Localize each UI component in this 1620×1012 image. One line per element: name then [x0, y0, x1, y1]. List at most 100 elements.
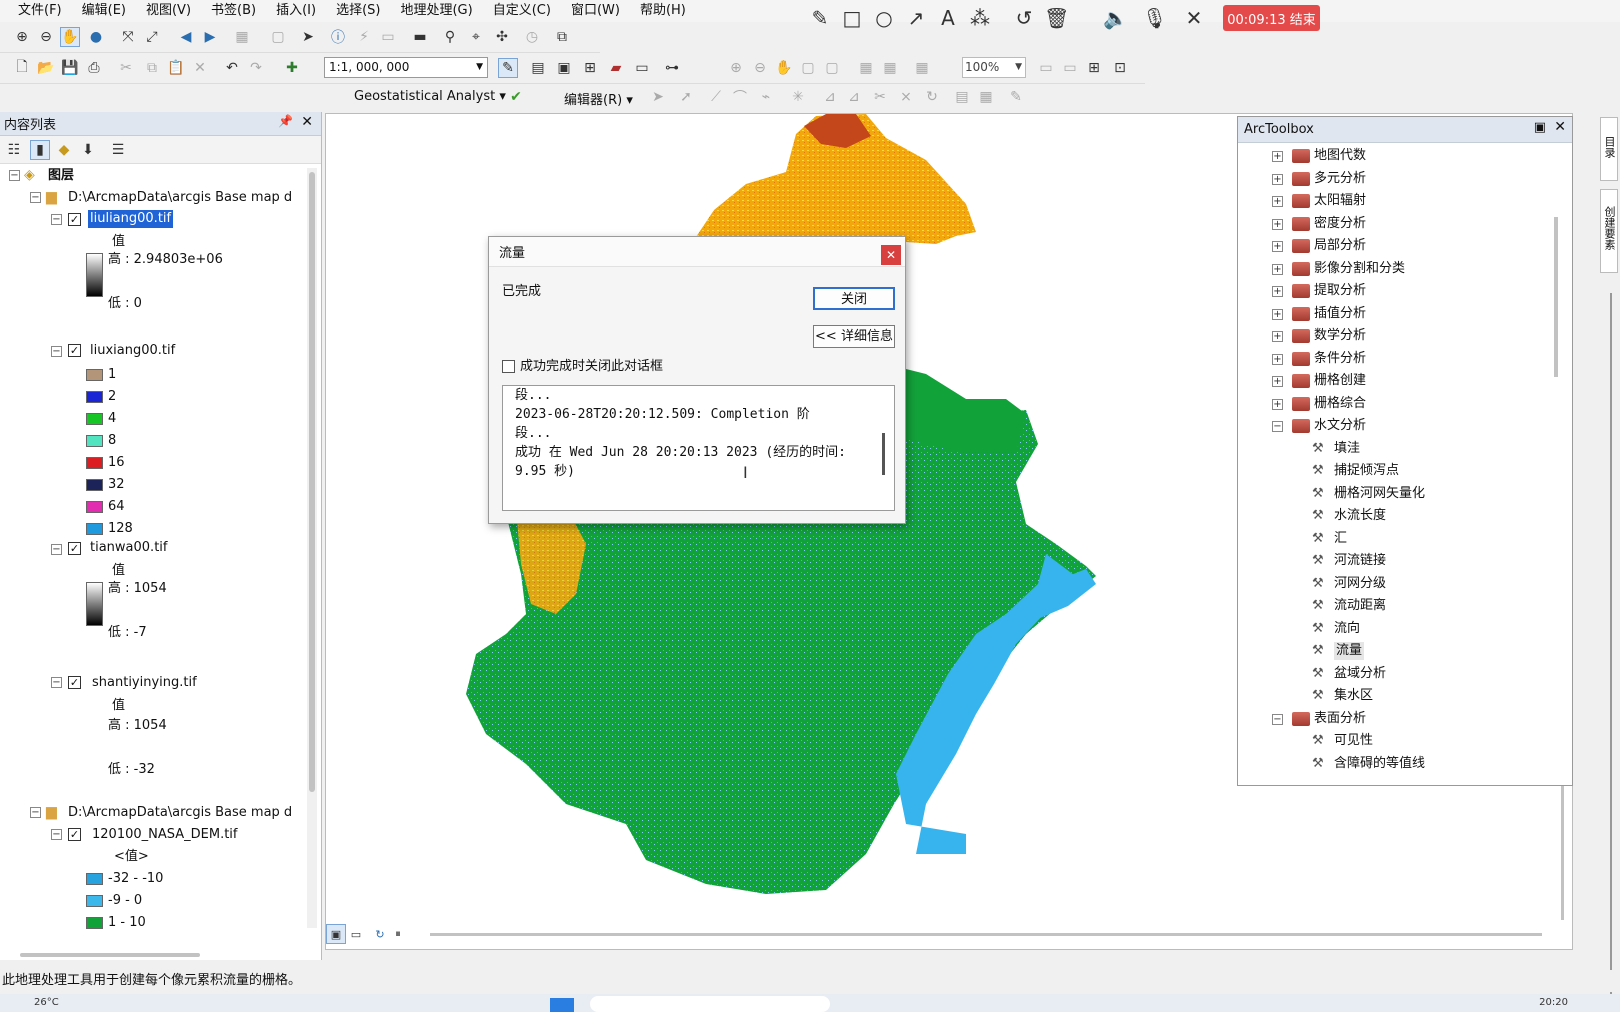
tool-label[interactable]: 流向: [1334, 620, 1360, 638]
editor-toolbar-icon[interactable]: ✎: [498, 58, 518, 78]
copy-icon[interactable]: ⧉: [142, 58, 162, 78]
toolset-label[interactable]: 表面分析: [1314, 710, 1366, 728]
toc-hscroll-thumb[interactable]: [20, 953, 200, 957]
menu-item[interactable]: 地理处理(G): [390, 0, 482, 22]
split-icon[interactable]: ⨯: [896, 87, 916, 107]
rectangle-icon[interactable]: □: [840, 6, 864, 30]
layer-name[interactable]: 120100_NASA_DEM.tif: [92, 826, 238, 844]
catalog-tab[interactable]: 目录: [1600, 117, 1618, 181]
forward-icon[interactable]: ▶: [200, 27, 220, 47]
text-icon[interactable]: A: [936, 6, 960, 30]
html-popup-icon[interactable]: ▭: [378, 27, 398, 47]
options-icon[interactable]: ☰: [108, 140, 128, 160]
find-route-icon[interactable]: ⌖: [466, 27, 486, 47]
geostat-wizard-icon[interactable]: ✔: [506, 87, 526, 107]
arrow-icon[interactable]: ↗: [904, 6, 928, 30]
tool-label[interactable]: 流量: [1334, 642, 1365, 660]
fixed-zoom-out-icon[interactable]: ⤢: [142, 27, 162, 47]
search-window-icon[interactable]: ⊞: [580, 58, 600, 78]
close-icon[interactable]: ✕: [1554, 119, 1566, 135]
toolset-label[interactable]: 影像分割和分类: [1314, 260, 1405, 278]
trash-icon[interactable]: 🗑: [1044, 6, 1069, 30]
reshape-icon[interactable]: ⊿: [844, 87, 864, 107]
expand-icon[interactable]: −: [1272, 421, 1283, 432]
fixed-zoom-in-icon[interactable]: ⤧: [118, 27, 138, 47]
open-icon[interactable]: 📂: [36, 58, 56, 78]
toc-scrollbar[interactable]: [307, 168, 317, 928]
viewer-window-icon[interactable]: ⧉: [552, 27, 572, 47]
point-icon[interactable]: ✳: [788, 87, 808, 107]
start-icon[interactable]: [550, 998, 574, 1012]
zoom-out-icon[interactable]: ⊖: [36, 27, 56, 47]
tool-label[interactable]: 河流链接: [1334, 552, 1386, 570]
time-slider-icon[interactable]: ◷: [522, 27, 542, 47]
geostatistical-analyst-menu[interactable]: Geostatistical Analyst ▾: [354, 89, 506, 104]
collapse-icon[interactable]: −: [51, 214, 62, 225]
close-icon[interactable]: ✕: [301, 114, 313, 130]
group-path[interactable]: D:\ArcmapData\arcgis Base map d: [68, 189, 292, 207]
microphone-icon[interactable]: 🎙: [1142, 6, 1167, 30]
change-layout-icon[interactable]: ⊞: [1084, 58, 1104, 78]
tool-label[interactable]: 汇: [1334, 530, 1347, 548]
scale-dropdown[interactable]: 1:1, 000, 000 ▼: [324, 57, 488, 78]
collapse-icon[interactable]: −: [9, 170, 20, 181]
layout-zoom-in-icon[interactable]: ⊕: [726, 58, 746, 78]
layout-zoom-out-icon[interactable]: ⊖: [750, 58, 770, 78]
edit-vertices-icon[interactable]: ⊿: [820, 87, 840, 107]
tool-label[interactable]: 含障碍的等值线: [1334, 755, 1425, 773]
create-features-tab[interactable]: 创建要素: [1600, 189, 1618, 273]
tool-label[interactable]: 水流长度: [1334, 507, 1386, 525]
expand-icon[interactable]: +: [1272, 218, 1283, 230]
tool-label[interactable]: 流动距离: [1334, 597, 1386, 615]
redo-icon[interactable]: ↷: [246, 58, 266, 78]
toolset-label[interactable]: 地图代数: [1314, 147, 1366, 165]
full-extent-icon[interactable]: ●: [86, 27, 106, 47]
go-to-xy-icon[interactable]: ✣: [492, 27, 512, 47]
collapse-icon[interactable]: −: [51, 544, 62, 555]
menu-item[interactable]: 书签(B): [201, 0, 266, 22]
dialog-close-button[interactable]: ✕: [881, 245, 901, 265]
collapse-icon[interactable]: −: [51, 829, 62, 840]
map-hscroll-thumb[interactable]: [430, 933, 1542, 936]
model-builder-icon[interactable]: ⊶: [662, 58, 682, 78]
weather-temp[interactable]: 26°C: [34, 997, 59, 1008]
menu-item[interactable]: 插入(I): [266, 0, 326, 22]
log-scrollbar-thumb[interactable]: [882, 433, 885, 475]
layer-name[interactable]: tianwa00.tif: [90, 539, 167, 557]
maximize-icon[interactable]: ▣: [1534, 120, 1546, 135]
arctoolbox-icon[interactable]: ▰: [606, 58, 626, 78]
editor-menu[interactable]: 编辑器(R) ▾: [564, 89, 633, 108]
menu-item[interactable]: 视图(V): [136, 0, 201, 22]
pen-icon[interactable]: ✎: [808, 6, 832, 30]
layout-fixed-icon[interactable]: ▢: [822, 58, 842, 78]
layout-back-icon[interactable]: ▦: [912, 58, 932, 78]
table-of-contents-icon[interactable]: ▤: [528, 58, 548, 78]
edit-annotation-icon[interactable]: ➚: [676, 87, 696, 107]
root-layers-label[interactable]: 图层: [48, 167, 74, 185]
search-box[interactable]: [590, 996, 830, 1012]
refresh-icon[interactable]: ↻: [370, 924, 390, 944]
details-button[interactable]: << 详细信息: [813, 325, 895, 348]
identify-icon[interactable]: ⓘ: [328, 27, 348, 47]
collapse-icon[interactable]: −: [30, 807, 41, 818]
cut-polygons-icon[interactable]: ✂: [870, 87, 890, 107]
new-icon[interactable]: 🗋: [12, 58, 32, 78]
focus-frame-icon[interactable]: ▭: [1060, 58, 1080, 78]
end-point-arc-icon[interactable]: ⌒: [730, 87, 750, 107]
print-icon[interactable]: ⎙: [84, 58, 104, 78]
create-features-icon[interactable]: ✎: [1006, 87, 1026, 107]
measure-icon[interactable]: ▬: [410, 27, 430, 47]
toolset-label[interactable]: 密度分析: [1314, 215, 1366, 233]
circle-icon[interactable]: ○: [872, 6, 896, 30]
toolset-label[interactable]: 条件分析: [1314, 350, 1366, 368]
menu-item[interactable]: 帮助(H): [630, 0, 696, 22]
list-by-drawing-order-icon[interactable]: ☷: [4, 140, 24, 160]
layer-visibility-checkbox[interactable]: ✓: [68, 213, 81, 226]
layer-name[interactable]: liuxiang00.tif: [90, 342, 175, 360]
edit-tool-icon[interactable]: ➤: [648, 87, 668, 107]
clock[interactable]: 20:20: [1539, 997, 1568, 1008]
layout-extent-icon[interactable]: ▦: [880, 58, 900, 78]
toolset-label[interactable]: 提取分析: [1314, 282, 1366, 300]
trace-icon[interactable]: ⌁: [756, 87, 776, 107]
speaker-icon[interactable]: 🔈: [1103, 6, 1128, 30]
